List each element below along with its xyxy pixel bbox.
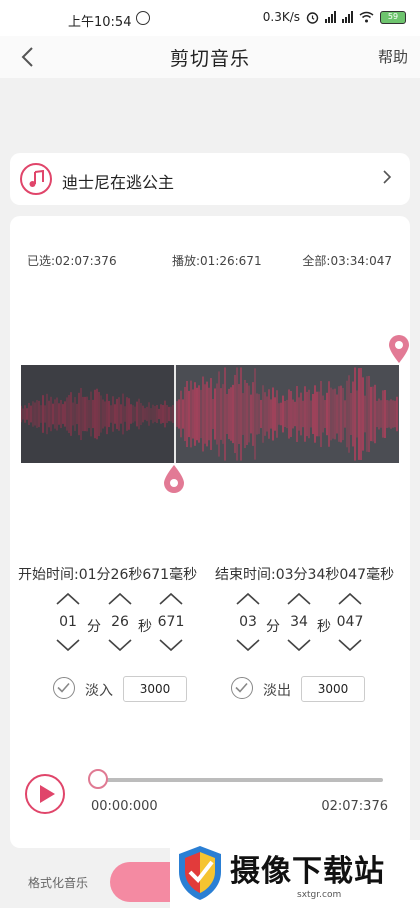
chevron-down-icon[interactable]	[107, 638, 133, 652]
fade-out-label: 淡出	[263, 683, 291, 699]
editor-card: 已选:02:07:376 播放:01:26:671 全部:03:34:047 开…	[10, 216, 410, 848]
start-minute-value: 01	[59, 614, 77, 630]
fade-out-checkbox[interactable]	[231, 677, 253, 699]
wifi-icon	[359, 11, 374, 23]
play-position: 播放:01:26:671	[172, 254, 262, 268]
end-ms-value: 047	[336, 614, 364, 630]
chevron-up-icon[interactable]	[337, 592, 363, 606]
song-selector[interactable]: 迪士尼在逃公主	[10, 153, 410, 205]
selected-duration: 已选:02:07:376	[27, 254, 117, 268]
fade-out-input[interactable]: 3000	[301, 676, 365, 702]
signal-icon	[325, 11, 336, 23]
chevron-down-icon[interactable]	[235, 638, 261, 652]
music-note-icon	[20, 163, 52, 195]
start-time-label: 开始时间:01分26秒671毫秒	[18, 567, 198, 583]
fade-in-checkbox[interactable]	[53, 677, 75, 699]
chevron-down-icon[interactable]	[55, 638, 81, 652]
chevron-up-icon[interactable]	[107, 592, 133, 606]
check-icon	[57, 682, 70, 693]
start-minute-unit: 分	[87, 619, 101, 635]
end-time-label: 结束时间:03分34秒047毫秒	[215, 567, 395, 583]
progress-track[interactable]	[95, 778, 383, 782]
start-ms-stepper: 671	[156, 592, 186, 652]
status-time: 上午10:54	[68, 15, 132, 30]
page-title: 剪切音乐	[169, 48, 250, 70]
progress-thumb[interactable]	[88, 769, 108, 789]
check-icon	[235, 682, 248, 693]
nav-bar: 剪切音乐 帮助	[0, 36, 420, 78]
end-second-unit: 秒	[317, 619, 331, 635]
watermark-url: sxtgr.com	[297, 890, 342, 900]
unselected-region	[21, 365, 174, 463]
end-ms-stepper: 047	[335, 592, 365, 652]
battery-icon: 59	[380, 10, 406, 24]
network-speed: 0.3K/s	[262, 10, 300, 24]
watermark-brand: 摄像下载站	[230, 854, 385, 889]
play-button[interactable]	[25, 774, 65, 814]
status-bar: 上午10:54 0.3K/s 59	[0, 0, 420, 36]
start-second-unit: 秒	[138, 619, 152, 635]
start-marker-handle[interactable]	[163, 464, 185, 494]
chevron-up-icon[interactable]	[55, 592, 81, 606]
chevron-down-icon[interactable]	[337, 638, 363, 652]
app-notification-icon	[136, 11, 150, 25]
start-second-value: 26	[111, 614, 129, 630]
shield-logo-icon	[179, 846, 221, 900]
chevron-down-icon[interactable]	[286, 638, 312, 652]
play-icon	[40, 785, 55, 803]
end-minute-stepper: 03	[233, 592, 263, 652]
playhead-line	[174, 365, 176, 463]
duration-time: 02:07:376	[321, 799, 388, 814]
song-name: 迪士尼在逃公主	[62, 173, 175, 192]
fade-in-input[interactable]: 3000	[123, 676, 187, 702]
total-duration: 全部:03:34:047	[302, 254, 392, 268]
chevron-up-icon[interactable]	[286, 592, 312, 606]
fade-out-row: 淡出 3000	[231, 676, 381, 702]
waveform[interactable]	[21, 365, 399, 463]
fade-in-label: 淡入	[85, 683, 113, 699]
help-button[interactable]: 帮助	[378, 46, 408, 67]
alarm-icon	[306, 11, 319, 24]
current-time: 00:00:000	[91, 799, 158, 814]
chevron-up-icon[interactable]	[235, 592, 261, 606]
fade-in-row: 淡入 3000	[53, 676, 203, 702]
start-minute-stepper: 01	[53, 592, 83, 652]
signal-icon-2	[342, 11, 353, 23]
end-minute-unit: 分	[266, 619, 280, 635]
end-second-stepper: 34	[284, 592, 314, 652]
end-marker-handle[interactable]	[388, 334, 410, 364]
status-indicators: 0.3K/s 59	[263, 10, 406, 24]
start-second-stepper: 26	[105, 592, 135, 652]
start-ms-value: 671	[157, 614, 185, 630]
end-second-value: 34	[290, 614, 308, 630]
format-music-label[interactable]: 格式化音乐	[28, 874, 88, 891]
chevron-up-icon[interactable]	[158, 592, 184, 606]
chevron-right-icon	[383, 170, 392, 184]
end-minute-value: 03	[239, 614, 257, 630]
watermark: 摄像下载站 sxtgr.com	[170, 840, 420, 908]
chevron-down-icon[interactable]	[158, 638, 184, 652]
